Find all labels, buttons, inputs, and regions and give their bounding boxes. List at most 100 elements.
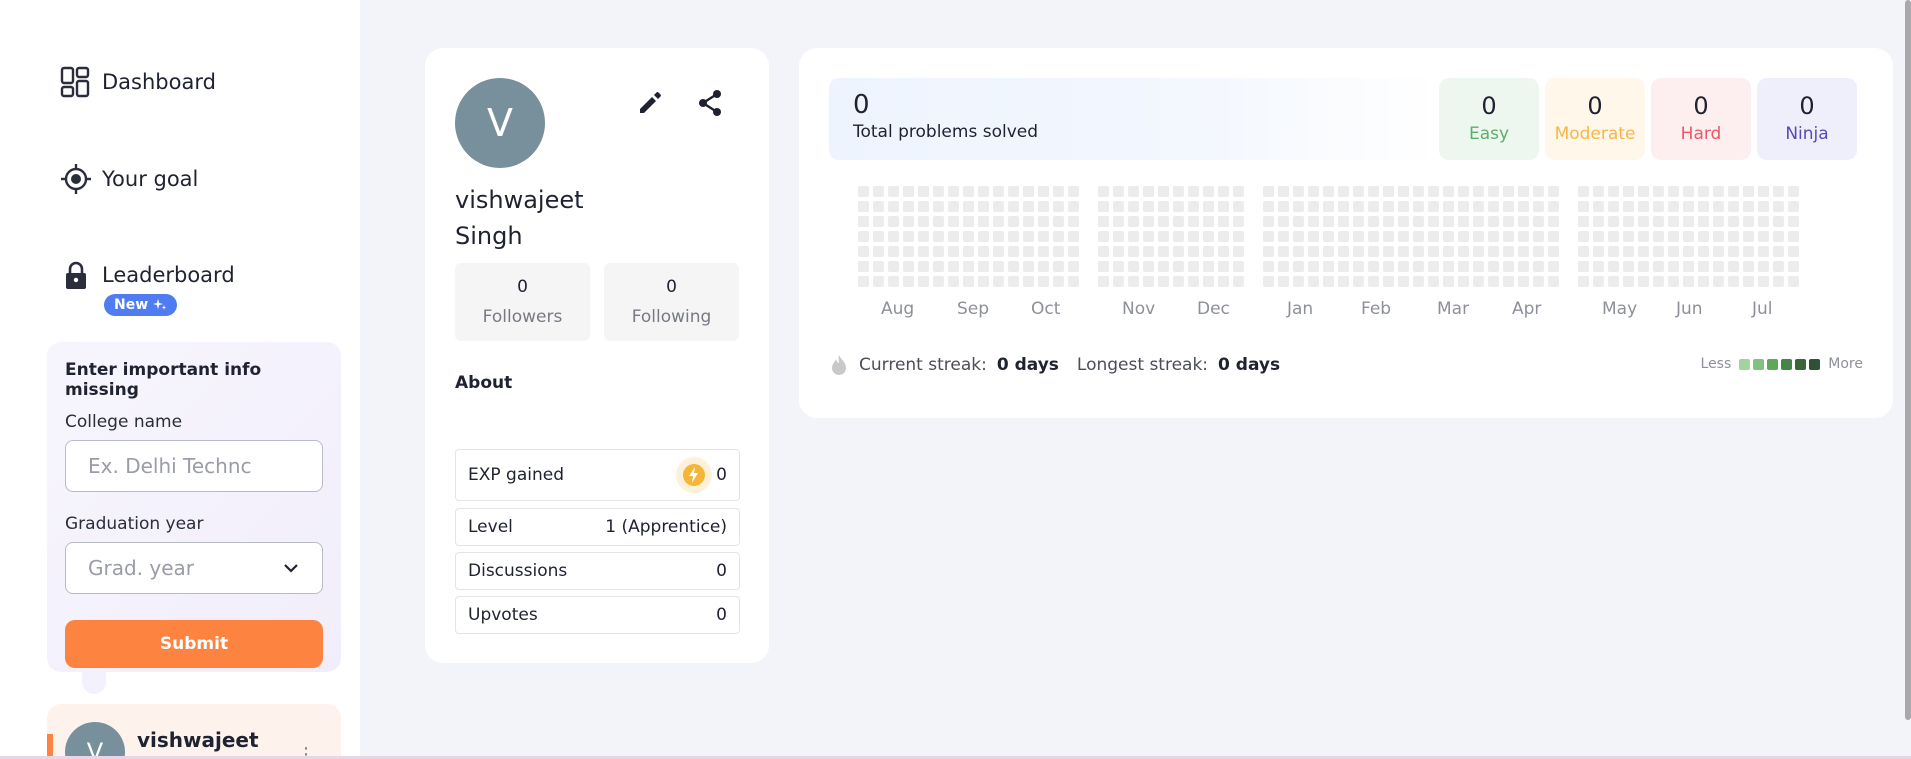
heatmap-cell: [1158, 186, 1169, 197]
heatmap-cell: [1593, 261, 1604, 272]
nav-your-goal[interactable]: Your goal: [60, 163, 198, 195]
following-label: Following: [631, 307, 712, 327]
heatmap-cell: [1038, 246, 1049, 257]
heatmap-cell: [918, 186, 929, 197]
heatmap-cell: [1698, 276, 1709, 287]
heatmap-cell: [1458, 186, 1469, 197]
heatmap-cell: [1053, 276, 1064, 287]
heatmap-cell: [1443, 246, 1454, 257]
heatmap-cell: [1668, 246, 1679, 257]
month-label: Feb: [1361, 299, 1392, 319]
heatmap-cell: [1128, 216, 1139, 227]
heatmap-cell: [1443, 186, 1454, 197]
nav-dashboard[interactable]: Dashboard: [60, 66, 216, 98]
heatmap-cell: [1533, 231, 1544, 242]
heatmap-cell: [1308, 246, 1319, 257]
heatmap-cell: [1308, 231, 1319, 242]
followers-stat[interactable]: 0 Followers: [455, 263, 590, 341]
heatmap-cell: [1683, 246, 1694, 257]
graduation-year-select[interactable]: Grad. year: [65, 542, 323, 594]
heatmap-cell: [1113, 261, 1124, 272]
page-scrollbar[interactable]: [1905, 0, 1911, 720]
month-label: Nov: [1122, 299, 1156, 319]
heatmap-cell: [1113, 201, 1124, 212]
heatmap-cell: [948, 246, 959, 257]
heatmap-cell: [948, 186, 959, 197]
heatmap-cell: [1383, 261, 1394, 272]
heatmap-cell: [978, 216, 989, 227]
heatmap-cell: [1128, 276, 1139, 287]
sparkle-icon: [153, 299, 167, 310]
heatmap-cell: [1713, 216, 1724, 227]
college-name-input[interactable]: [65, 440, 323, 492]
heatmap-cell: [1608, 186, 1619, 197]
heatmap-cell: [1053, 261, 1064, 272]
heatmap-cell: [873, 216, 884, 227]
heatmap-cell: [1188, 201, 1199, 212]
heatmap-cell: [1053, 186, 1064, 197]
nav-leaderboard[interactable]: Leaderboard: [60, 259, 235, 291]
heatmap-cell: [1293, 201, 1304, 212]
month-label: Jul: [1752, 299, 1773, 319]
heatmap-cell: [1758, 201, 1769, 212]
heatmap-cell: [993, 216, 1004, 227]
heatmap-cell: [858, 186, 869, 197]
heatmap-cell: [918, 261, 929, 272]
heatmap-cell: [1638, 261, 1649, 272]
heatmap-cell: [1623, 261, 1634, 272]
heatmap-cell: [1113, 276, 1124, 287]
user-profile-footer[interactable]: V vishwajeet ⋮: [47, 704, 341, 759]
heatmap-cell: [1188, 231, 1199, 242]
exp-label: EXP gained: [468, 465, 564, 485]
heatmap-cell: [1518, 216, 1529, 227]
heatmap-cell: [993, 276, 1004, 287]
hard-label: Hard: [1680, 124, 1722, 144]
edit-icon[interactable]: [635, 88, 665, 118]
heatmap-cell: [1518, 186, 1529, 197]
heatmap-cell: [1398, 186, 1409, 197]
heatmap-cell: [1293, 261, 1304, 272]
submit-button[interactable]: Submit: [65, 620, 323, 668]
heatmap-cell: [918, 201, 929, 212]
heatmap-cell: [1308, 276, 1319, 287]
heatmap-cell: [1488, 261, 1499, 272]
heatmap-cell: [1098, 231, 1109, 242]
new-badge: New: [104, 294, 178, 316]
heatmap-cell: [1308, 186, 1319, 197]
heatmap-cell: [1098, 276, 1109, 287]
following-stat[interactable]: 0 Following: [604, 263, 739, 341]
heatmap-cell: [1638, 276, 1649, 287]
heatmap-cell: [1053, 231, 1064, 242]
heatmap-cell: [1548, 201, 1559, 212]
heatmap-cell: [1653, 201, 1664, 212]
heatmap-cell: [1773, 216, 1784, 227]
heatmap-cell: [963, 231, 974, 242]
heatmap-cell: [1053, 201, 1064, 212]
share-icon[interactable]: [695, 88, 725, 118]
heatmap-cell: [1233, 246, 1244, 257]
heatmap-cell: [1263, 246, 1274, 257]
heatmap-cell: [1338, 231, 1349, 242]
heatmap-cell: [1173, 246, 1184, 257]
exp-value: 0: [716, 465, 727, 485]
heatmap-cell: [1368, 276, 1379, 287]
heatmap-cell: [1158, 261, 1169, 272]
heatmap-cell: [978, 246, 989, 257]
heatmap-cell: [1338, 261, 1349, 272]
heatmap-cell: [1158, 231, 1169, 242]
heatmap-cell: [993, 201, 1004, 212]
heatmap-cell: [1008, 201, 1019, 212]
heatmap-cell: [1458, 231, 1469, 242]
heatmap-cell: [1323, 276, 1334, 287]
heatmap-cell: [1038, 201, 1049, 212]
heatmap-cell: [1578, 276, 1589, 287]
heatmap-cell: [858, 216, 869, 227]
heatmap-cell: [1518, 231, 1529, 242]
heatmap-cell: [933, 246, 944, 257]
heatmap-cell: [1398, 231, 1409, 242]
heatmap-cell: [1533, 186, 1544, 197]
heatmap-cell: [1623, 201, 1634, 212]
heatmap-cell: [1458, 246, 1469, 257]
followers-count: 0: [517, 277, 528, 297]
heatmap-cell: [1323, 231, 1334, 242]
